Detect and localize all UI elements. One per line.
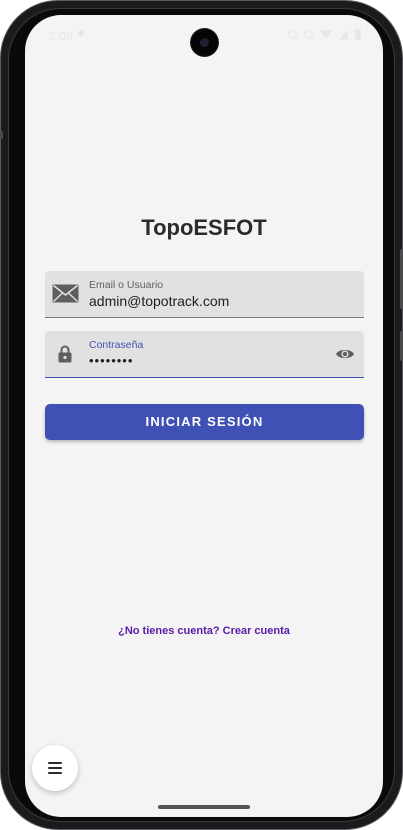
signal-icon: [339, 29, 348, 40]
app-title: TopoESFOT: [141, 215, 267, 240]
login-button[interactable]: INICIAR SESIÓN: [45, 404, 364, 440]
password-field[interactable]: Contraseña ••••••••: [45, 331, 364, 378]
email-field-value[interactable]: admin@topotrack.com: [89, 293, 229, 309]
password-field-label: Contraseña: [89, 339, 144, 351]
battery-icon: [355, 29, 361, 40]
dnd-icon: [304, 30, 313, 39]
home-indicator[interactable]: [158, 805, 250, 809]
location-status-icon: [288, 30, 297, 39]
phone-frame: 2:08 TopoESFOT Email o Usuario admin@top…: [0, 0, 403, 830]
password-field-value[interactable]: ••••••••: [89, 353, 133, 368]
email-field-label: Email o Usuario: [89, 279, 164, 291]
menu-icon: [48, 762, 62, 774]
app-screen: 2:08 TopoESFOT Email o Usuario admin@top…: [25, 15, 383, 817]
create-account-link[interactable]: ¿No tienes cuenta? Crear cuenta: [25, 625, 383, 637]
status-time: 2:08: [49, 29, 74, 43]
status-icons: [288, 29, 361, 40]
eye-icon[interactable]: [335, 346, 355, 362]
mail-icon: [52, 284, 79, 303]
menu-fab-button[interactable]: [32, 745, 78, 791]
email-field[interactable]: Email o Usuario admin@topotrack.com: [45, 271, 364, 318]
lock-icon: [58, 345, 72, 363]
wifi-icon: [320, 30, 332, 39]
side-button-upper: [0, 131, 3, 139]
location-icon: [76, 28, 86, 38]
front-camera: [191, 29, 218, 56]
